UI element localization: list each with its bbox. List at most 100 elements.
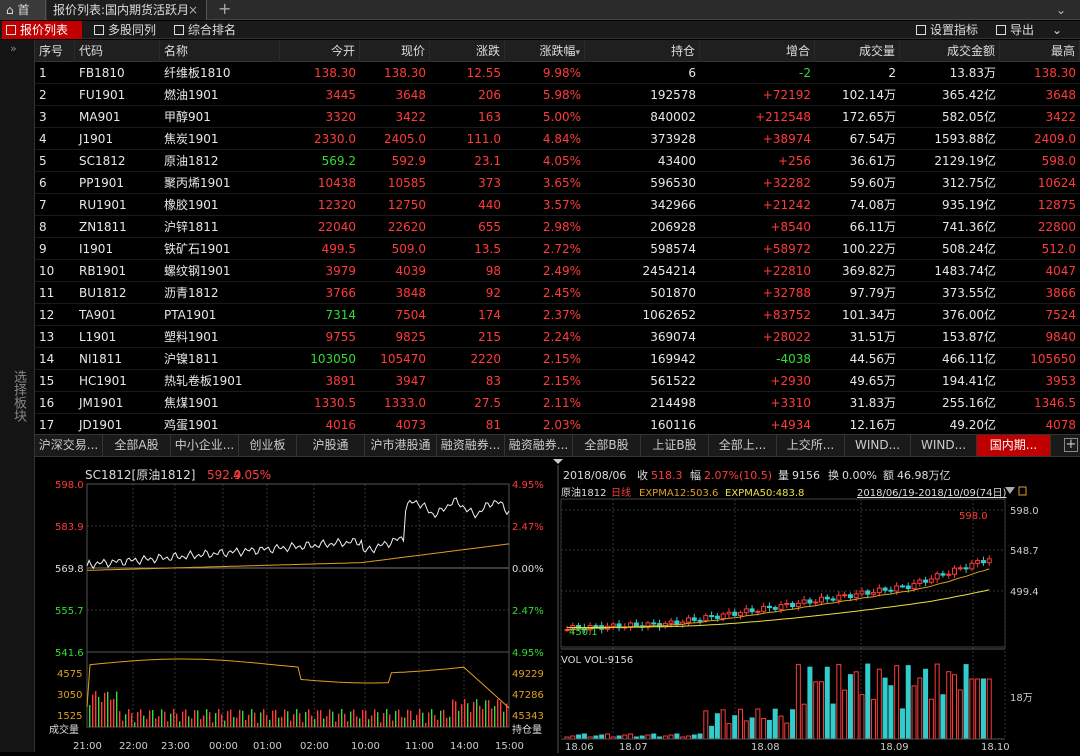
kline-volume-bar <box>784 722 790 740</box>
new-tab-icon[interactable]: + <box>212 0 237 20</box>
chevron-down-icon[interactable]: ⌄ <box>1050 0 1072 20</box>
cell-change-pct: 2.45% <box>542 286 581 300</box>
select-sector-label[interactable]: 选择板块 <box>10 370 26 422</box>
kline-candle <box>714 615 720 619</box>
sector-tab-9[interactable]: 全部B股 <box>573 435 641 456</box>
sector-tab-5[interactable]: 沪股通 <box>297 435 365 456</box>
cell-turnover: 508.24亿 <box>942 242 996 256</box>
table-row[interactable]: 6 PP1901 聚丙烯1901 10438 10585 373 3.65% 596530 +3… <box>35 172 1080 194</box>
cell-oi-change: +21242 <box>762 198 811 212</box>
settings-indicator-button[interactable]: 设置指标 <box>912 21 984 39</box>
sector-tabs: + 沪深交易... 全部A股 中小企业... 创业板 沪股通 沪市港股通 融资融券... 融资… <box>35 434 1080 456</box>
column-header-change[interactable]: 涨跌 <box>430 40 505 62</box>
sector-tab-10[interactable]: 上证B股 <box>641 435 709 456</box>
column-header-turnover[interactable]: 成交金额 <box>900 40 1000 62</box>
column-header-open[interactable]: 今开 <box>280 40 360 62</box>
tab-quote-list[interactable]: 报价列表:国内期货活跃月 × <box>47 0 207 20</box>
sector-tab-13[interactable]: WIND... <box>845 435 911 456</box>
table-row[interactable]: 12 TA901 PTA1901 7314 7504 174 2.37% 1062652 +83… <box>35 304 1080 326</box>
cell-volume: 44.56万 <box>849 352 896 366</box>
export-icon <box>996 25 1006 35</box>
cell-oi-change: +22810 <box>762 264 811 278</box>
cell-open-interest: 192578 <box>650 88 696 102</box>
sidebar-toggle-icon[interactable]: » <box>10 42 17 55</box>
sector-tab-2[interactable]: 全部A股 <box>103 435 171 456</box>
table-row[interactable]: 4 J1901 焦炭1901 2330.0 2405.0 111.0 4.84% 373928… <box>35 128 1080 150</box>
sector-tab-14[interactable]: WIND... <box>911 435 977 456</box>
cell-volume: 67.54万 <box>849 132 896 146</box>
sector-tab-4[interactable]: 创业板 <box>239 435 297 456</box>
kline-volume-bar <box>986 678 992 740</box>
cell-open-interest: 598574 <box>650 242 696 256</box>
lock-icon[interactable] <box>1018 486 1027 496</box>
ranking-button[interactable]: 综合排名 <box>170 21 240 39</box>
export-button[interactable]: 导出 <box>992 21 1037 39</box>
table-row[interactable]: 11 BU1812 沥青1812 3766 3848 92 2.45% 501870 +3278… <box>35 282 1080 304</box>
table-row[interactable]: 14 NI1811 沪镍1811 103050 105470 2220 2.15% 16994… <box>35 348 1080 370</box>
add-sector-icon[interactable]: + <box>1064 438 1078 452</box>
cell-code: JM1901 <box>79 396 124 410</box>
multi-stock-button[interactable]: 多股同列 <box>90 21 160 39</box>
tab-home[interactable]: ⌂ 首页 <box>0 0 46 37</box>
cell-change: 12.55 <box>466 66 501 80</box>
kline-candle <box>766 605 772 609</box>
cell-code: SC1812 <box>79 154 126 168</box>
cell-seq: 3 <box>39 110 47 124</box>
table-row[interactable]: 10 RB1901 螺纹钢1901 3979 4039 98 2.49% 2454214 +22… <box>35 260 1080 282</box>
column-header-open-interest[interactable]: 持仓 <box>585 40 700 62</box>
table-row[interactable]: 1 FB1810 纤维板1810 138.30 138.30 12.55 9.98% 6 -2 2… <box>35 62 1080 84</box>
table-row[interactable]: 16 JM1901 焦煤1901 1330.5 1333.0 27.5 2.11% 21449… <box>35 392 1080 414</box>
column-header-high[interactable]: 最高 <box>1000 40 1080 62</box>
range-dropdown-icon[interactable] <box>1005 487 1015 494</box>
cell-open: 22040 <box>317 220 356 234</box>
sector-tab-8[interactable]: 融资融券... <box>505 435 573 456</box>
toolbar-chevron-icon[interactable]: ⌄ <box>1048 21 1076 39</box>
sector-tab-3[interactable]: 中小企业... <box>171 435 239 456</box>
settings-label: 设置指标 <box>930 23 979 37</box>
table-row[interactable]: 5 SC1812 原油1812 569.2 592.9 23.1 4.05% 43400 +25… <box>35 150 1080 172</box>
quote-list-button[interactable]: 报价列表 <box>2 21 82 39</box>
table-row[interactable]: 3 MA901 甲醇901 3320 3422 163 5.00% 840002 +212548… <box>35 106 1080 128</box>
intraday-price-tick: 555.7 <box>55 606 84 617</box>
cell-change: 174 <box>478 308 501 322</box>
table-row[interactable]: 2 FU1901 燃油1901 3445 3648 206 5.98% 192578 +7219… <box>35 84 1080 106</box>
sector-tab-12[interactable]: 上交所... <box>777 435 845 456</box>
sector-tab-11[interactable]: 全部上... <box>709 435 777 456</box>
column-header-price[interactable]: 现价 <box>360 40 430 62</box>
column-header-volume[interactable]: 成交量 <box>815 40 900 62</box>
table-row[interactable]: 7 RU1901 橡胶1901 12320 12750 440 3.57% 342966 +21… <box>35 194 1080 216</box>
table-row[interactable]: 15 HC1901 热轧卷板1901 3891 3947 83 2.15% 561522 +29… <box>35 370 1080 392</box>
sector-tab-15[interactable]: 国内期... <box>977 435 1051 456</box>
cell-seq: 13 <box>39 330 55 344</box>
table-row[interactable]: 17 JD1901 鸡蛋1901 4016 4073 81 2.03% 160116 +4934… <box>35 414 1080 434</box>
sector-tab-6[interactable]: 沪市港股通 <box>365 435 437 456</box>
cell-name: PTA1901 <box>164 308 217 322</box>
column-header-change-pct[interactable]: 涨跌幅▾ <box>505 40 585 62</box>
cell-change-pct: 2.37% <box>542 308 581 322</box>
sector-tab-7[interactable]: 融资融券... <box>437 435 505 456</box>
table-row[interactable]: 9 I1901 铁矿石1901 499.5 509.0 13.5 2.72% 598574 +5… <box>35 238 1080 260</box>
table-row[interactable]: 13 L1901 塑料1901 9755 9825 215 2.24% 369074 +2802… <box>35 326 1080 348</box>
kline-candle <box>790 602 796 608</box>
kline-candle <box>732 611 738 616</box>
cell-price: 3422 <box>395 110 426 124</box>
kline-volume-bar <box>969 678 975 740</box>
kline-vol-label: 量 <box>778 469 789 482</box>
close-icon[interactable]: × <box>188 0 198 20</box>
cell-open-interest: 501870 <box>650 286 696 300</box>
sector-tab-1[interactable]: 沪深交易... <box>35 435 103 456</box>
column-header-name[interactable]: 名称 <box>160 40 280 62</box>
cell-name: 沪锌1811 <box>164 220 219 234</box>
column-header-seq[interactable]: 序号 <box>35 40 75 62</box>
column-header-oi-change[interactable]: 增合 <box>700 40 815 62</box>
kline-candle <box>957 567 963 570</box>
kline-candle <box>784 602 790 606</box>
cell-oi-change: +2930 <box>770 374 811 388</box>
kline-volume-bar <box>911 685 917 740</box>
cell-code: L1901 <box>79 330 117 344</box>
kline-candle <box>859 590 865 595</box>
cell-price: 3648 <box>395 88 426 102</box>
table-row[interactable]: 8 ZN1811 沪锌1811 22040 22620 655 2.98% 206928 +85… <box>35 216 1080 238</box>
column-header-code[interactable]: 代码 <box>75 40 160 62</box>
intraday-time-tick: 22:00 <box>119 741 148 752</box>
